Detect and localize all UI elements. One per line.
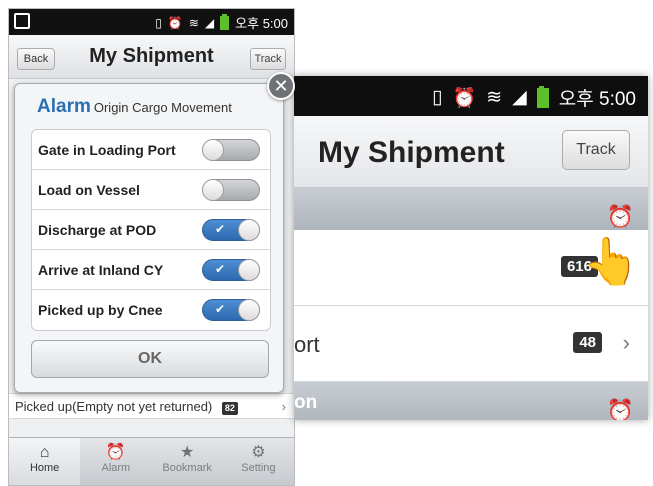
app-header: My Shipment Track: [294, 116, 648, 188]
alarm-toggle[interactable]: ✔: [202, 299, 260, 321]
tab-label: Bookmark: [162, 462, 212, 474]
checkmark-icon: ✔: [215, 262, 226, 276]
dialog-title-main: Alarm: [37, 96, 91, 117]
track-button[interactable]: Track: [562, 130, 630, 170]
signal-icon: ◢: [204, 15, 215, 30]
status-time: 오후 5:00: [235, 16, 288, 31]
alarm-toggle[interactable]: ✔: [202, 179, 260, 201]
toggle-knob: [238, 219, 260, 241]
alarm-status-icon: ⏰: [452, 87, 477, 109]
list-item[interactable]: ort 48 ›: [294, 306, 648, 382]
list-item-label: ort: [294, 332, 320, 357]
battery-icon: [536, 85, 549, 108]
alarm-status-icon: ⏰: [167, 15, 183, 30]
tab-bookmark[interactable]: ★ Bookmark: [152, 438, 223, 485]
toggle-knob: [202, 179, 224, 201]
battery-icon: [220, 13, 230, 30]
gear-icon: ⚙: [251, 444, 266, 461]
vibrate-icon: ▯: [155, 15, 162, 30]
count-badge: 48: [573, 332, 602, 353]
star-icon: ★: [179, 444, 195, 461]
tab-label: Setting: [241, 462, 276, 474]
toggle-knob: [238, 259, 260, 281]
screenshot-icon: [14, 13, 30, 29]
alarm-toggle[interactable]: ✔: [202, 259, 260, 281]
alarm-option-row: Discharge at POD ✔: [32, 210, 270, 250]
checkmark-icon: ✔: [215, 222, 226, 236]
alarm-option-label: Load on Vessel: [38, 182, 140, 198]
tab-alarm[interactable]: ⏰ Alarm: [80, 438, 151, 485]
alarm-option-row: Load on Vessel ✔: [32, 170, 270, 210]
section-header: ⏰: [294, 188, 648, 230]
chevron-right-icon: ›: [622, 330, 630, 355]
alarm-option-label: Discharge at POD: [38, 222, 157, 238]
pointing-hand-icon: 👆: [582, 235, 640, 287]
chevron-right-icon: ›: [281, 399, 286, 414]
vibrate-icon: ▯: [432, 87, 443, 108]
alarm-clock-icon[interactable]: ⏰: [607, 390, 634, 420]
ok-button[interactable]: OK: [31, 340, 269, 378]
section-label: on: [294, 392, 318, 413]
alarm-toggle[interactable]: ✔: [202, 139, 260, 161]
checkmark-icon: ✔: [215, 302, 226, 316]
tab-label: Alarm: [101, 462, 131, 474]
alarm-option-label: Arrive at Inland CY: [38, 262, 164, 278]
app-header: Back My Shipment Track: [9, 35, 294, 79]
close-icon[interactable]: ✕: [267, 72, 295, 100]
wifi-icon: ≋: [486, 87, 503, 108]
status-bar: ▯ ⏰ ≋ ◢ 오후 5:00: [294, 76, 648, 116]
count-badge: 82: [221, 402, 238, 415]
toggle-knob: [238, 299, 260, 321]
alarm-options-list: Gate in Loading Port✔Load on Vessel✔Disc…: [31, 129, 271, 331]
alarm-toggle[interactable]: ✔: [202, 219, 260, 241]
alarm-option-row: Gate in Loading Port ✔: [32, 130, 270, 170]
list-item[interactable]: 616 👆: [294, 230, 648, 306]
tab-label: Home: [29, 462, 60, 474]
alarm-option-row: Arrive at Inland CY ✔: [32, 250, 270, 290]
status-time: 오후 5:00: [558, 89, 636, 110]
alarm-option-label: Picked up by Cnee: [38, 302, 163, 318]
status-bar: ▯ ⏰ ≋ ◢ 오후 5:00: [9, 9, 294, 35]
zoomed-screen: ▯ ⏰ ≋ ◢ 오후 5:00 My Shipment Track ⏰ 616 …: [294, 76, 648, 420]
toggle-knob: [202, 139, 224, 161]
section-header: on ⏰: [294, 382, 648, 420]
dialog-title-sub: Origin Cargo Movement: [93, 100, 232, 115]
alarm-clock-icon: ⏰: [105, 444, 126, 461]
dialog-title: Alarm Origin Cargo Movement: [37, 96, 232, 118]
signal-icon: ◢: [512, 87, 527, 108]
alarm-option-row: Picked up by Cnee ✔: [32, 290, 270, 330]
tab-home[interactable]: ⌂ Home: [9, 438, 81, 485]
wifi-icon: ≋: [188, 15, 199, 30]
alarm-option-label: Gate in Loading Port: [38, 142, 176, 158]
tab-bar: ⌂ Home ⏰ Alarm ★ Bookmark ⚙ Setting: [9, 437, 294, 485]
tab-setting[interactable]: ⚙ Setting: [223, 438, 294, 485]
home-icon: ⌂: [39, 444, 50, 461]
alarm-dialog: ✕ Alarm Origin Cargo Movement Gate in Loa…: [14, 72, 295, 393]
track-button[interactable]: Track: [250, 48, 286, 70]
list-item-label: Picked up(Empty not yet returned): [15, 399, 213, 414]
list-item-picked-up[interactable]: Picked up(Empty not yet returned) 82 ›: [9, 393, 294, 419]
page-title: My Shipment: [318, 136, 505, 169]
